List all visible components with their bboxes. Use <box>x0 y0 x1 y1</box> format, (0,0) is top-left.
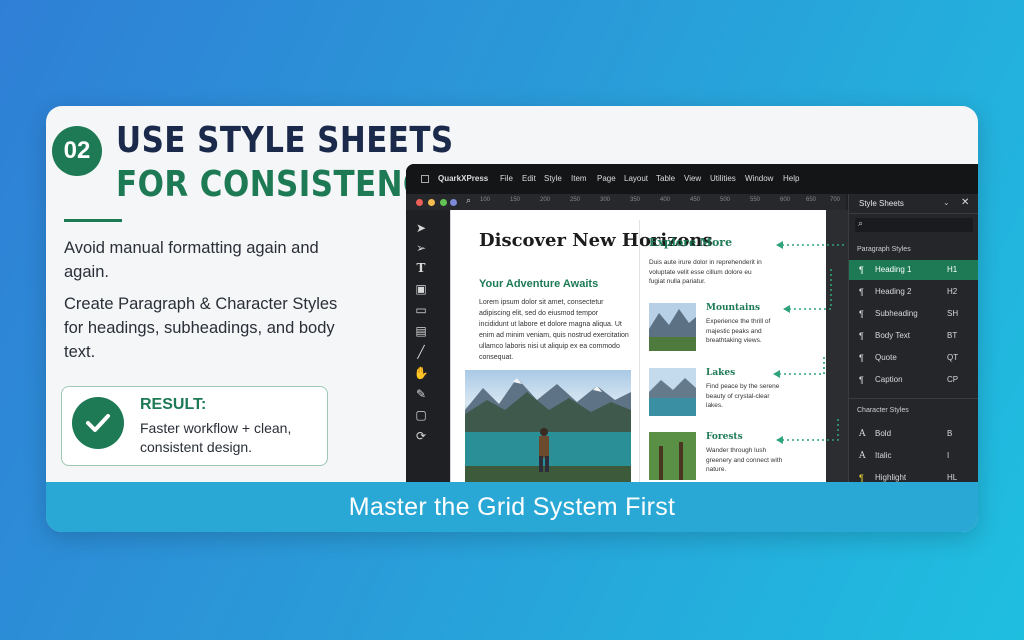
style-shortcut: H2 <box>947 287 958 296</box>
style-name: Quote <box>875 353 897 362</box>
style-shortcut: CP <box>947 375 959 384</box>
style-search-input[interactable]: ⌕ <box>855 218 973 232</box>
paragraph-icon: ¶ <box>859 309 864 319</box>
character-styles-header: Character Styles <box>849 398 978 420</box>
heading-divider <box>64 219 122 222</box>
tip-card: 02 USE STYLE SHEETS FOR CONSISTENCY Avoi… <box>46 106 978 532</box>
style-shortcut: I <box>947 451 950 460</box>
char-style-row-italic[interactable]: A Italic I <box>849 446 978 466</box>
style-row-subheading[interactable]: ¶ Subheading SH <box>849 304 978 324</box>
style-name: Caption <box>875 375 903 384</box>
close-icon[interactable]: ✕ <box>961 197 969 208</box>
result-box: RESULT: Faster workflow + clean, consist… <box>61 386 328 466</box>
style-row-caption[interactable]: ¶ Caption CP <box>849 370 978 390</box>
paragraph-icon: ¶ <box>859 331 864 341</box>
paragraph-icon: ¶ <box>859 265 864 275</box>
heading-line-1: USE STYLE SHEETS <box>116 120 454 161</box>
paragraph-icon: ¶ <box>859 287 864 297</box>
character-icon: A <box>859 451 866 461</box>
paragraph-icon: ¶ <box>859 375 864 385</box>
style-name: Heading 1 <box>875 265 912 274</box>
panel-title: Style Sheets <box>859 199 904 208</box>
quarkxpress-window: QuarkXPress File Edit Style Item Page La… <box>406 164 978 484</box>
style-sheets-panel: Style Sheets ⌄ ✕ ⌕ Paragraph Styles ¶ He… <box>848 194 978 484</box>
char-style-row-bold[interactable]: A Bold B <box>849 424 978 444</box>
step-number-badge: 02 <box>52 126 102 176</box>
paragraph-avoid-manual: Avoid manual formatting again and again. <box>64 239 319 281</box>
heading-line-2: FOR CONSISTENCY <box>116 164 449 205</box>
paragraph-styles-header: Paragraph Styles <box>857 246 911 253</box>
result-text: Faster workflow + clean, consistent desi… <box>140 420 292 455</box>
style-shortcut: BT <box>947 331 958 340</box>
style-shortcut: B <box>947 429 953 438</box>
style-shortcut: H1 <box>947 265 958 274</box>
result-label: RESULT: <box>140 396 207 413</box>
chevron-down-icon[interactable]: ⌄ <box>943 198 950 207</box>
paragraph-icon: ¶ <box>859 353 864 363</box>
style-shortcut: SH <box>947 309 959 318</box>
character-icon: A <box>859 429 866 439</box>
style-row-quote[interactable]: ¶ Quote QT <box>849 348 978 368</box>
style-row-body-text[interactable]: ¶ Body Text BT <box>849 326 978 346</box>
bottom-banner: Master the Grid System First <box>46 482 978 532</box>
style-shortcut: QT <box>947 353 959 362</box>
checkmark-icon <box>72 397 124 449</box>
search-icon: ⌕ <box>858 218 864 228</box>
style-name: Subheading <box>875 309 918 318</box>
style-row-heading-1[interactable]: ¶ Heading 1 H1 <box>849 260 978 280</box>
style-name: Italic <box>875 451 892 460</box>
panel-header: Style Sheets ⌄ ✕ <box>849 194 978 214</box>
style-name: Heading 2 <box>875 287 912 296</box>
style-name: Body Text <box>875 331 910 340</box>
paragraph-create-styles: Create Paragraph & Character Styles for … <box>64 295 338 361</box>
style-name: Bold <box>875 429 892 438</box>
style-row-heading-2[interactable]: ¶ Heading 2 H2 <box>849 282 978 302</box>
